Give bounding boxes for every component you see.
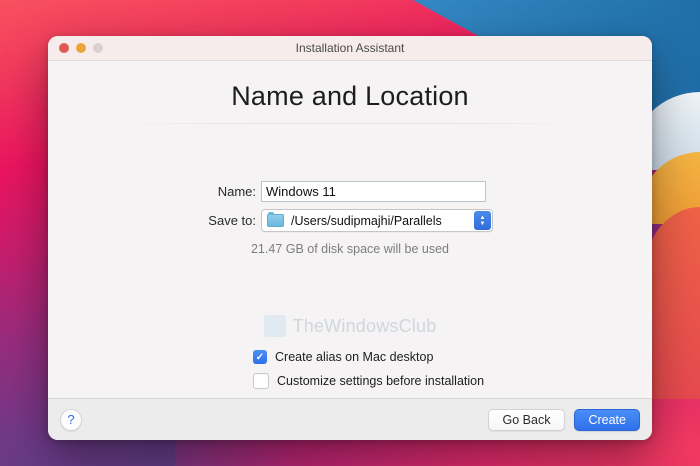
traffic-lights xyxy=(59,36,103,60)
create-alias-checkbox[interactable]: ✓ xyxy=(253,350,267,364)
create-button[interactable]: Create xyxy=(574,408,640,431)
save-to-row: Save to: /Users/sudipmajhi/Parallels ▲ ▼ xyxy=(174,209,493,232)
help-button[interactable]: ? xyxy=(60,408,82,431)
folder-icon xyxy=(267,212,284,227)
create-alias-label: Create alias on Mac desktop xyxy=(275,350,434,364)
heading-divider xyxy=(115,123,585,124)
installation-assistant-window: Installation Assistant Name and Location… xyxy=(48,36,652,440)
name-location-form: Name: Save to: /Users/sudipmajhi/Paralle… xyxy=(174,181,493,239)
watermark: TheWindowsClub xyxy=(48,315,652,337)
create-alias-option[interactable]: ✓ Create alias on Mac desktop xyxy=(253,350,484,364)
watermark-logo-icon xyxy=(263,315,286,337)
dialog-content: Name and Location Name: Save to: /Users/… xyxy=(48,61,652,398)
watermark-text: TheWindowsClub xyxy=(292,315,437,336)
page-title: Name and Location xyxy=(231,81,469,111)
window-titlebar[interactable]: Installation Assistant xyxy=(48,36,652,61)
close-button[interactable] xyxy=(59,43,69,53)
minimize-button[interactable] xyxy=(76,43,86,53)
customize-settings-checkbox[interactable] xyxy=(253,373,269,389)
save-to-label: Save to: xyxy=(208,213,256,228)
customize-settings-option[interactable]: Customize settings before installation xyxy=(253,373,484,389)
chevron-down-icon: ▼ xyxy=(479,220,486,227)
save-location-value: /Users/sudipmajhi/Parallels xyxy=(291,213,442,228)
dropdown-stepper[interactable]: ▲ ▼ xyxy=(474,211,491,230)
name-input[interactable] xyxy=(261,181,486,202)
go-back-button[interactable]: Go Back xyxy=(487,408,566,431)
name-row: Name: xyxy=(174,181,493,202)
zoom-button xyxy=(93,43,103,53)
window-title: Installation Assistant xyxy=(295,41,405,55)
options-checkboxes: ✓ Create alias on Mac desktop Customize … xyxy=(253,350,484,398)
customize-settings-label: Customize settings before installation xyxy=(277,374,485,388)
name-label: Name: xyxy=(217,184,256,199)
disk-space-note: 21.47 GB of disk space will be used xyxy=(250,242,450,256)
dialog-footer: ? Go Back Create xyxy=(48,398,652,440)
save-location-dropdown[interactable]: /Users/sudipmajhi/Parallels ▲ ▼ xyxy=(261,209,493,232)
